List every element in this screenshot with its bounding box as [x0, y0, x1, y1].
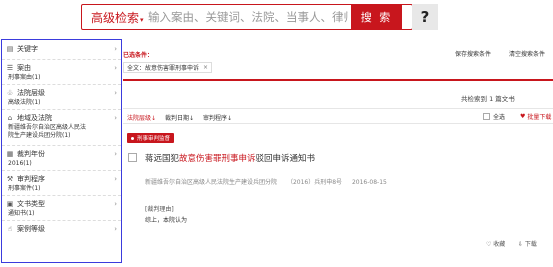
gavel-icon: ⚒	[6, 175, 14, 183]
chevron-right-icon: ›	[114, 114, 117, 122]
chevron-right-icon: ›	[114, 200, 117, 208]
court-name: 新疆维吾尔自治区高级人民法院生产建设兵团分院	[145, 179, 278, 186]
case-number: （2016）兵刑申8号	[286, 179, 343, 186]
filter-label-court-level: 法院层级	[17, 89, 45, 97]
sort-bar: 法院层级↓ 裁判日期↓ 审判程序↓ 全选 ♥ 批量下载	[123, 108, 553, 124]
reason-label: [裁判理由]	[145, 206, 174, 213]
filter-group-court-level[interactable]: ♧ 法院层级 › 高级法院(1)	[6, 87, 118, 107]
sort-procedure[interactable]: 审判程序↓	[203, 113, 232, 122]
divider	[2, 109, 121, 110]
court-building-icon: ⌂	[7, 114, 13, 122]
heart-icon: ♥	[520, 113, 526, 120]
document-icon: ▤	[6, 45, 14, 53]
filter-option-notice[interactable]: 通知书(1)	[6, 210, 118, 218]
filter-label-procedure: 审判程序	[17, 175, 45, 183]
title-highlight: 故意伤害罪刑事申诉	[179, 154, 256, 164]
collect-button[interactable]: ♡ 收藏	[486, 239, 505, 248]
list-icon: ☰	[6, 64, 14, 72]
filter-label-year: 裁判年份	[17, 150, 45, 158]
filter-group-cause[interactable]: ☰ 案由 › 刑事案由(1)	[6, 62, 118, 82]
result-card: 刑事审判监督 蒋远国犯故意伤害罪刑事申诉驳回申诉通知书 新疆维吾尔自治区高级人民…	[123, 133, 553, 253]
filter-group-doc-type[interactable]: ▣ 文书类型 › 通知书(1)	[6, 198, 118, 218]
chevron-right-icon: ›	[114, 175, 117, 183]
title-prefix: 蒋远国犯	[145, 154, 180, 164]
filter-option-line-2: 院生产建设兵团分院(1)	[8, 132, 71, 139]
filter-option-criminal-cause[interactable]: 刑事案由(1)	[6, 74, 118, 82]
batch-download-button[interactable]: ♥ 批量下载	[520, 112, 551, 121]
filter-option-xinjiang-court[interactable]: 新疆维吾尔自治区高级人民法 院生产建设兵团分院(1)	[6, 124, 118, 140]
category-badge: 刑事审判监督	[127, 133, 175, 143]
result-checkbox[interactable]	[128, 153, 137, 162]
sort-court-level[interactable]: 法院层级↓	[127, 113, 156, 122]
advanced-search-dropdown[interactable]: 高级检索▾	[82, 9, 146, 26]
file-type-icon: ▣	[6, 200, 14, 208]
chevron-right-icon: ›	[114, 64, 117, 72]
calendar-icon: ▦	[6, 150, 14, 158]
select-all-checkbox[interactable]: 全选	[483, 112, 505, 121]
badge-label: 刑事审判监督	[137, 136, 171, 142]
chevron-right-icon: ›	[114, 45, 117, 53]
judgment-date: 2016-08-15	[351, 179, 387, 186]
sort-judgment-date[interactable]: 裁判日期↓	[165, 113, 194, 122]
thumb-icon: ☝	[7, 225, 13, 233]
divider	[2, 170, 121, 171]
search-button[interactable]: 搜 索	[351, 4, 402, 30]
filter-label-region: 地域及法院	[17, 114, 52, 122]
filter-option-criminal-case[interactable]: 刑事案件(1)	[6, 185, 118, 193]
dot-icon	[131, 136, 134, 140]
filter-option-2016[interactable]: 2016(1)	[6, 160, 118, 168]
filter-group-region[interactable]: ⌂ 地域及法院 › 新疆维吾尔自治区高级人民法 院生产建设兵团分院(1)	[6, 112, 118, 140]
search-input[interactable]	[148, 10, 348, 24]
close-icon[interactable]: ×	[203, 64, 208, 71]
chevron-right-icon: ›	[114, 225, 117, 233]
filter-group-keyword[interactable]: ▤ 关键字 ›	[6, 43, 118, 55]
save-search-link[interactable]: 保存搜索条件	[455, 49, 491, 58]
reason-text: 综上，本院认为	[145, 217, 188, 224]
filter-group-year[interactable]: ▦ 裁判年份 › 2016(1)	[6, 148, 118, 168]
divider	[2, 195, 121, 196]
chevron-right-icon: ›	[114, 89, 117, 97]
filter-label-case-grade: 案例等级	[17, 225, 45, 233]
filter-group-case-grade[interactable]: ☝ 案例等级 ›	[6, 223, 118, 235]
title-suffix: 驳回申诉通知书	[255, 154, 316, 164]
chevron-right-icon: ›	[114, 150, 117, 158]
result-title-link[interactable]: 蒋远国犯故意伤害罪刑事申诉驳回申诉通知书	[145, 152, 315, 164]
select-all-label: 全选	[493, 114, 506, 121]
filter-option-high-court[interactable]: 高级法院(1)	[6, 99, 118, 107]
help-button[interactable]: ?	[412, 4, 438, 30]
divider	[2, 145, 121, 146]
download-button[interactable]: ⇩ 下载	[518, 239, 537, 248]
filter-label-cause: 案由	[17, 64, 31, 72]
divider	[2, 59, 121, 60]
result-count: 共检索到 1 篇文书	[461, 95, 515, 103]
clear-search-link[interactable]: 清空搜索条件	[509, 49, 545, 58]
court-hierarchy-icon: ♧	[6, 89, 14, 97]
result-meta: 新疆维吾尔自治区高级人民法院生产建设兵团分院 （2016）兵刑申8号 2016-…	[145, 177, 395, 186]
divider	[2, 220, 121, 221]
advanced-search-label: 高级检索	[91, 10, 140, 25]
filter-label-keyword: 关键字	[17, 45, 38, 53]
divider	[2, 84, 121, 85]
chevron-down-icon: ▾	[140, 15, 144, 24]
selected-conditions-label: 已选条件：	[123, 52, 154, 59]
filter-label-doc-type: 文书类型	[17, 200, 45, 208]
batch-download-label: 批量下载	[527, 114, 552, 121]
filter-panel: ▤ 关键字 › ☰ 案由 › 刑事案由(1) ♧ 法院层级 › 高级法院(1) …	[1, 39, 122, 263]
checkbox-icon	[483, 113, 490, 120]
filter-option-line-1: 新疆维吾尔自治区高级人民法	[8, 124, 87, 131]
filter-group-procedure[interactable]: ⚒ 审判程序 › 刑事案件(1)	[6, 173, 118, 193]
condition-chip: 全文：故意伤害罪刑事申诉 ×	[123, 62, 213, 73]
chip-label: 全文：故意伤害罪刑事申诉	[127, 65, 200, 72]
divider	[123, 79, 553, 81]
